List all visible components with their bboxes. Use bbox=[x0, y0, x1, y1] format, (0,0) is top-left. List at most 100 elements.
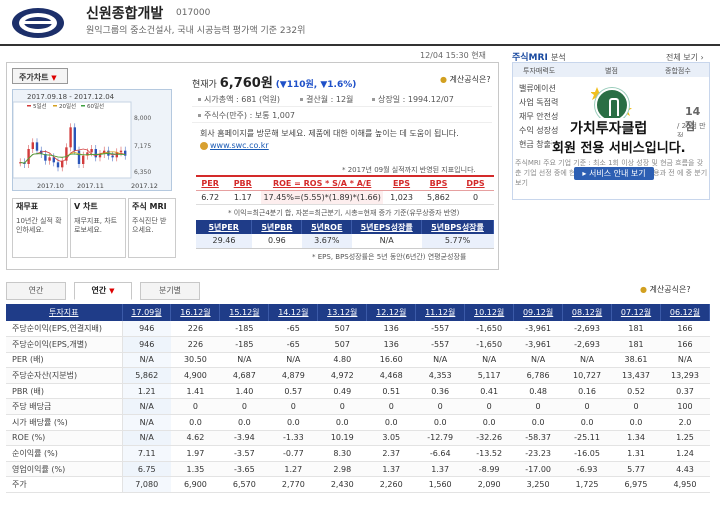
company-name: 신원종합개발 bbox=[86, 6, 164, 22]
row-label[interactable]: ROE (%) bbox=[6, 430, 123, 447]
table-row: 순이익률 (%) 7.11 1.97 -3.57 -0.77 8.30 2.37 -6.64-… bbox=[6, 445, 710, 462]
row-label[interactable]: 순이익률 (%) bbox=[6, 445, 123, 462]
header-5y-eps-growth[interactable]: 5년EPS성장률 bbox=[351, 220, 423, 234]
row-label[interactable]: PER (배) bbox=[6, 352, 123, 369]
header-5y-roe[interactable]: 5년ROE bbox=[301, 220, 353, 234]
y-tick-label: 7,175 bbox=[134, 143, 151, 150]
mri-header: 투자매력도 별점 종합점수 bbox=[513, 63, 709, 77]
calc-formula-link-2[interactable]: ● 계산공식은? bbox=[640, 284, 691, 295]
header-5y-per[interactable]: 5년PER bbox=[196, 220, 253, 234]
header-period[interactable]: 07.12월 bbox=[611, 304, 661, 321]
market-cap-label: 시가총액 bbox=[204, 95, 234, 104]
table-cell: 0.0 bbox=[317, 414, 367, 431]
table-cell: N/A bbox=[122, 414, 171, 431]
header-dps[interactable]: DPS bbox=[456, 176, 494, 191]
growth-note: * EPS, BPS성장률은 5년 동안(6년간) 연평균성장률 bbox=[312, 253, 467, 261]
table-cell: 5,117 bbox=[464, 367, 514, 384]
y-tick-label: 6,350 bbox=[134, 169, 151, 176]
financial-statement-box[interactable]: 재무표 10년간 실적 확인하세요. bbox=[12, 198, 68, 258]
header-period[interactable]: 10.12월 bbox=[464, 304, 515, 321]
table-cell: 2,260 bbox=[366, 476, 416, 494]
candle bbox=[69, 127, 72, 148]
stock-mri-box[interactable]: 주식 MRI 주식진단 받으세요. bbox=[128, 198, 176, 258]
calc-formula-link[interactable]: ● 계산공식은? bbox=[440, 74, 491, 85]
header-5y-pbr[interactable]: 5년PBR bbox=[251, 220, 303, 234]
legend-ma5: 5일선 bbox=[33, 102, 47, 110]
row-label[interactable]: 시가 배당률 (%) bbox=[6, 414, 123, 431]
row-label[interactable]: 주가 bbox=[6, 476, 123, 494]
header-period[interactable]: 11.12월 bbox=[415, 304, 466, 321]
table-cell: 0.0 bbox=[513, 414, 563, 431]
header-period[interactable]: 12.12월 bbox=[366, 304, 417, 321]
x-tick-label: 2017.10 bbox=[37, 182, 64, 190]
header-indicator[interactable]: 투자지표 bbox=[6, 304, 123, 321]
header-period[interactable]: 17.09월 bbox=[122, 304, 172, 321]
table-cell: 10,727 bbox=[562, 367, 612, 384]
financial-indicator-table: 투자지표 17.09월 16.12월 15.12월 14.12월 13.12월 12.12월… bbox=[6, 304, 711, 494]
row-label[interactable]: 주당순자산(지분법) bbox=[6, 367, 123, 384]
price-chart[interactable]: 2017.09.18 - 2017.12.04 5일선 20일선 60일선 8,… bbox=[12, 89, 172, 191]
header-pbr[interactable]: PBR bbox=[224, 176, 262, 191]
table-cell: 4.62 bbox=[170, 430, 220, 447]
table-cell: 1.97 bbox=[170, 445, 220, 462]
candle bbox=[90, 149, 93, 153]
value-roe: 17.45%=(5.55)*(1.89)*(1.66) bbox=[261, 190, 384, 205]
header-roe[interactable]: ROE = ROS * S/A * A/E bbox=[261, 176, 384, 191]
table-cell: 1.37 bbox=[415, 461, 465, 478]
table-cell: -185 bbox=[219, 336, 269, 353]
header-period[interactable]: 09.12월 bbox=[513, 304, 564, 321]
table-cell: 4,353 bbox=[415, 367, 465, 384]
value-5y-per: 29.46 bbox=[196, 234, 252, 249]
header-eps[interactable]: EPS bbox=[383, 176, 420, 191]
row-label[interactable]: 주당 배당금 bbox=[6, 398, 123, 416]
table-cell: 2,770 bbox=[268, 476, 318, 494]
header-period[interactable]: 13.12월 bbox=[317, 304, 368, 321]
table-cell: -3.57 bbox=[219, 445, 269, 462]
table-cell: 1.21 bbox=[122, 383, 171, 400]
table-cell: 0 bbox=[513, 398, 563, 416]
tab-quarterly[interactable]: 분기별 bbox=[140, 282, 200, 300]
row-label[interactable]: PBR (배) bbox=[6, 383, 123, 400]
table-header-row: 5년PER 5년PBR 5년ROE 5년EPS성장률 5년BPS성장률 bbox=[196, 220, 494, 234]
header-period[interactable]: 16.12월 bbox=[170, 304, 221, 321]
chevron-down-icon: ▼ bbox=[109, 287, 115, 295]
current-price-line: 현재가 6,760원 (▼110원, ▼1.6%) bbox=[192, 72, 356, 91]
service-info-label: 서비스 안내 보기 bbox=[588, 169, 646, 178]
header-period[interactable]: 14.12월 bbox=[268, 304, 319, 321]
table-cell: N/A bbox=[122, 430, 171, 447]
header-period[interactable]: 06.12월 bbox=[660, 304, 711, 321]
header-period[interactable]: 15.12월 bbox=[219, 304, 270, 321]
header-per[interactable]: PER bbox=[196, 176, 225, 191]
value-club-desc: 회원 전용 서비스입니다. bbox=[552, 137, 686, 156]
homepage-link[interactable]: www.swc.co.kr bbox=[200, 141, 269, 150]
price-change: (▼110원, ▼1.6%) bbox=[275, 80, 357, 90]
table-cell: 0.41 bbox=[464, 383, 514, 400]
chart-type-dropdown[interactable]: 주가차트 ▼ bbox=[12, 68, 68, 84]
row-label[interactable]: 영업이익률 (%) bbox=[6, 461, 123, 478]
v-chart-box[interactable]: V 차트 재무지표, 차트로보세요. bbox=[70, 198, 126, 258]
row-label[interactable]: 주당순이익(EPS,개별) bbox=[6, 336, 123, 353]
table-cell: -16.05 bbox=[562, 445, 612, 462]
mri-header-attractiveness: 투자매력도 bbox=[523, 67, 556, 75]
candle bbox=[119, 150, 123, 153]
header-period[interactable]: 08.12월 bbox=[562, 304, 613, 321]
service-info-button[interactable]: ▸ 서비스 안내 보기 bbox=[574, 167, 654, 180]
mri-item: 수익 성장성 bbox=[519, 126, 559, 135]
tab-annual[interactable]: 연간 bbox=[6, 282, 66, 300]
header-5y-bps-growth[interactable]: 5년BPS성장률 bbox=[421, 220, 494, 234]
fiscal-month-label: 결산월 bbox=[306, 95, 329, 104]
table-cell: 5,862 bbox=[122, 367, 171, 384]
table-cell: 1,560 bbox=[415, 476, 465, 494]
table-cell: 30.50 bbox=[170, 352, 220, 369]
header-bps[interactable]: BPS bbox=[420, 176, 457, 191]
table-cell: -2,693 bbox=[562, 321, 612, 338]
table-row: 주당 배당금 N/A 0 0 0 0 0 0 0 0 0 0 100 bbox=[6, 398, 710, 416]
table-cell: -557 bbox=[415, 336, 465, 353]
table-cell: -17.00 bbox=[513, 461, 563, 478]
table-cell: 16.60 bbox=[366, 352, 416, 369]
stock-mri-title: 주식 MRI bbox=[132, 202, 167, 211]
financial-statement-desc: 10년간 실적 확인하세요. bbox=[16, 217, 62, 234]
table-cell: 1.37 bbox=[366, 461, 416, 478]
tab-period-select[interactable]: 연간 ▼ bbox=[74, 282, 132, 300]
row-label[interactable]: 주당순이익(EPS,연결지배) bbox=[6, 321, 123, 338]
